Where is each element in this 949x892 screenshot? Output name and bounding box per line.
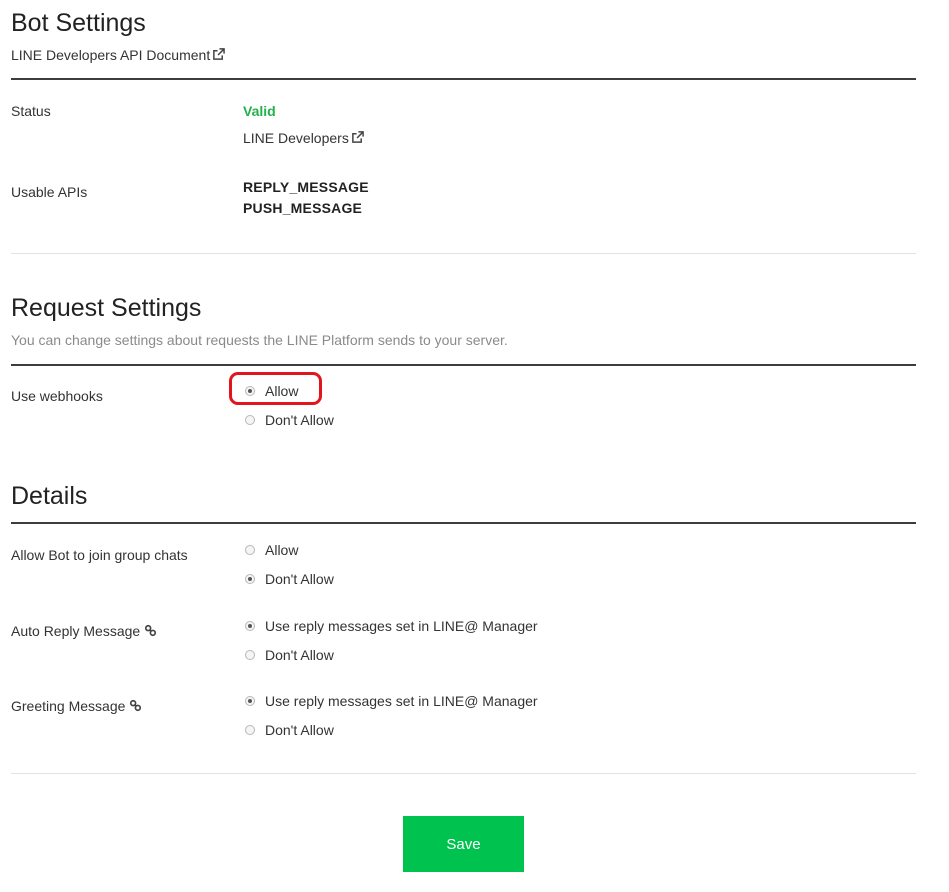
link-icon[interactable] [144,624,157,637]
radio-label: Don't Allow [265,722,334,738]
request-settings-title: Request Settings [11,294,202,322]
greeting-label-text: Greeting Message [11,698,126,714]
radio-button[interactable] [245,574,255,584]
section-divider [11,253,916,254]
greeting-option-use-manager[interactable]: Use reply messages set in LINE@ Manager [245,693,538,709]
line-developers-link-label: LINE Developers [243,130,349,146]
usable-api-item: PUSH_MESSAGE [243,200,363,216]
api-document-link[interactable]: LINE Developers API Document [11,47,226,63]
status-value: Valid [243,103,276,119]
status-label: Status [11,103,51,119]
auto-reply-option-dont-allow[interactable]: Don't Allow [245,647,334,663]
auto-reply-label-text: Auto Reply Message [11,623,141,639]
auto-reply-option-use-manager[interactable]: Use reply messages set in LINE@ Manager [245,618,538,634]
section-divider [11,522,916,524]
greeting-option-dont-allow[interactable]: Don't Allow [245,722,334,738]
auto-reply-label: Auto Reply Message [11,623,157,639]
greeting-label: Greeting Message [11,698,142,714]
radio-button[interactable] [245,696,255,706]
save-button[interactable]: Save [403,816,524,872]
radio-button[interactable] [245,650,255,660]
link-icon[interactable] [129,699,142,712]
request-settings-description: You can change settings about requests t… [11,332,508,348]
radio-label: Don't Allow [265,571,334,587]
external-link-icon [213,48,226,60]
radio-label: Don't Allow [265,647,334,663]
radio-button[interactable] [245,621,255,631]
usable-apis-label: Usable APIs [11,184,88,200]
use-webhooks-label: Use webhooks [11,388,103,404]
api-document-link-label: LINE Developers API Document [11,47,211,63]
group-chats-label: Allow Bot to join group chats [11,547,188,563]
radio-button[interactable] [245,725,255,735]
group-chats-option-allow[interactable]: Allow [245,542,298,558]
radio-label: Allow [265,542,299,558]
radio-button[interactable] [245,415,255,425]
radio-label: Use reply messages set in LINE@ Manager [265,693,538,709]
section-divider [11,364,916,366]
radio-button[interactable] [245,545,255,555]
usable-api-item: REPLY_MESSAGE [243,179,369,195]
radio-label: Use reply messages set in LINE@ Manager [265,618,538,634]
details-title: Details [11,482,88,510]
group-chats-option-dont-allow[interactable]: Don't Allow [245,571,334,587]
highlight-annotation [229,372,322,405]
section-divider [11,773,916,774]
external-link-icon [351,131,364,143]
line-developers-link[interactable]: LINE Developers [243,130,364,146]
radio-label: Don't Allow [265,412,334,428]
webhooks-option-dont-allow[interactable]: Don't Allow [245,412,334,428]
section-divider [11,78,916,80]
bot-settings-title: Bot Settings [11,9,146,37]
